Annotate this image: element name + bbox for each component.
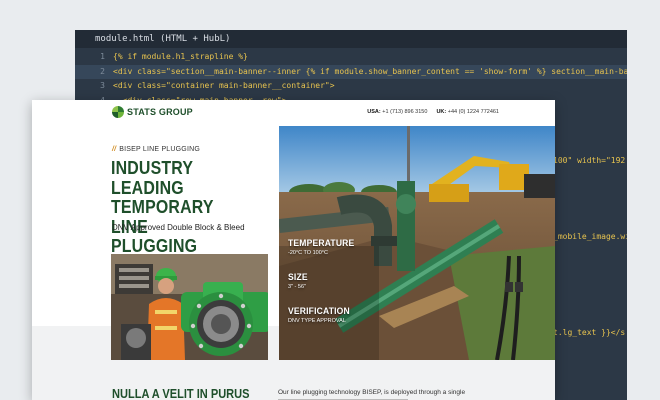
code-text: {% if module.h1_strapline %} — [113, 52, 248, 61]
stat-verification: VERIFICATION DNV TYPE APPROVAL — [288, 306, 357, 324]
contact-phones: USA: +1 (713) 896 3150 UK: +44 (0) 1224 … — [367, 109, 499, 115]
worker-photo-image — [111, 254, 268, 360]
line-number: 2 — [100, 66, 105, 76]
code-line-2[interactable]: 2 <div class="section__main-banner--inner… — [75, 64, 627, 79]
stats-group-logo[interactable]: STATS GROUP — [112, 106, 193, 118]
code-text: <div class="container main-banner__conta… — [113, 81, 335, 90]
code-fragment: 100" width="192 — [553, 156, 626, 165]
section-title: NULLA A VELIT IN PURUS — [112, 386, 250, 400]
line-number: 1 — [100, 52, 105, 61]
uk-phone-link[interactable]: +44 (0) 1224 772461 — [448, 109, 499, 115]
code-fragment: t.lg_text }}</s — [553, 328, 626, 337]
code-lines[interactable]: 1 {% if module.h1_strapline %} 2 <div clas… — [75, 48, 627, 108]
stat-value: -20°C TO 100°C — [288, 250, 328, 256]
site-header: STATS GROUP USA: +1 (713) 896 3150 UK: +… — [32, 100, 555, 126]
code-line-3[interactable]: 3 <div class="container main-banner__cont… — [75, 79, 627, 94]
hero-title: INDUSTRY LEADING TEMPORARY LINE PLUGGING — [111, 158, 249, 256]
hero-eyebrow: //BISEP LINE PLUGGING — [112, 146, 200, 153]
stat-size: SIZE 3" - 56" — [288, 272, 310, 290]
code-fragment: _mobile_image.wi — [553, 232, 627, 241]
usa-phone-link[interactable]: +1 (713) 896 3150 — [382, 109, 427, 115]
hero-title-line: INDUSTRY LEADING — [111, 157, 193, 198]
usa-label: USA: — [367, 109, 381, 115]
code-line-1[interactable]: 1 {% if module.h1_strapline %} — [75, 50, 627, 65]
website-preview: STATS GROUP USA: +1 (713) 896 3150 UK: +… — [32, 100, 555, 400]
worker-photo — [111, 254, 268, 360]
line-number: 3 — [100, 81, 105, 90]
stat-value: 3" - 56" — [288, 284, 306, 290]
logo-text: STATS GROUP — [127, 107, 193, 117]
stat-label: TEMPERATURE — [288, 238, 355, 249]
stat-temperature: TEMPERATURE -20°C TO 100°C — [288, 238, 362, 256]
code-text: <div class="section__main-banner--inner … — [113, 66, 627, 76]
stat-label: VERIFICATION — [288, 306, 350, 317]
eyebrow-text: BISEP LINE PLUGGING — [119, 146, 200, 153]
stat-label: SIZE — [288, 272, 308, 283]
eyebrow-marks: // — [112, 146, 117, 153]
hero-subtitle: DNV Approved Double Block & Bleed — [112, 223, 245, 232]
section-body-text: Our line plugging technology BISEP, is d… — [278, 389, 466, 396]
stat-value: DNV TYPE APPROVAL — [288, 318, 346, 324]
editor-file-tab[interactable]: module.html (HTML + HubL) — [75, 30, 627, 48]
uk-label: UK: — [436, 109, 447, 115]
hero-title-line: PLUGGING — [111, 235, 198, 256]
logo-icon — [112, 106, 124, 118]
